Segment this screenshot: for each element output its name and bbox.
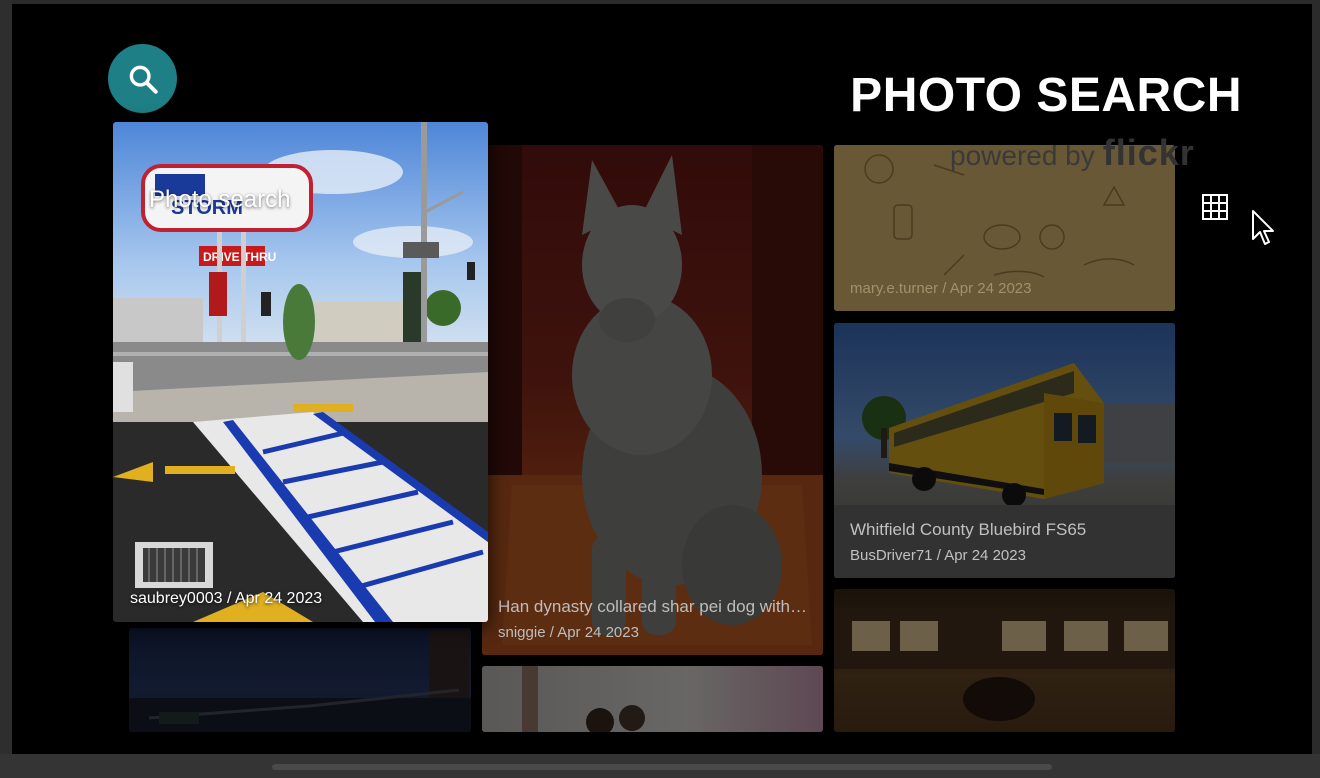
dim-overlay [482,145,823,655]
photo-search-app: Han dynasty collared shar pei dog with v… [12,4,1312,754]
photo-card[interactable] [482,666,823,732]
scrollbar-thumb[interactable] [272,764,1052,770]
photo-title: Han dynasty collared shar pei dog with v… [498,597,811,616]
photo-card[interactable] [129,628,471,732]
search-icon [129,65,158,94]
mouse-cursor-icon [1252,210,1274,245]
page-title: PHOTO SEARCH [850,69,1242,122]
photo-card[interactable] [834,589,1175,732]
photo-meta: sniggie / Apr 24 2023 [498,624,639,641]
grid-view-icon [1202,194,1228,220]
photo-card[interactable]: Whitfield County Bluebird FS65 BusDriver… [834,323,1175,578]
dim-overlay [834,589,1175,732]
grid-view-button[interactable] [1200,192,1230,222]
photo-title: Whitfield County Bluebird FS65 [850,520,1087,539]
photo-meta: mary.e.turner / Apr 24 2023 [850,280,1032,297]
svg-text:DRIVE THRU: DRIVE THRU [203,250,276,264]
featured-photo[interactable]: STORM DRIVE THRU Photo search saubrey000… [113,122,488,622]
window-left-edge [0,0,12,778]
dim-overlay [129,628,471,732]
photo-card[interactable]: Han dynasty collared shar pei dog with v… [482,145,823,655]
flickr-logo: flickr [1102,132,1195,173]
powered-by: powered by flickr [950,132,1195,174]
photo-meta: BusDriver71 / Apr 24 2023 [850,547,1026,564]
search-button[interactable] [108,44,177,113]
featured-caption: Photo search [149,186,291,213]
dim-overlay [482,666,823,732]
featured-meta: saubrey0003 / Apr 24 2023 [130,590,323,607]
powered-by-label: powered by [950,140,1095,171]
